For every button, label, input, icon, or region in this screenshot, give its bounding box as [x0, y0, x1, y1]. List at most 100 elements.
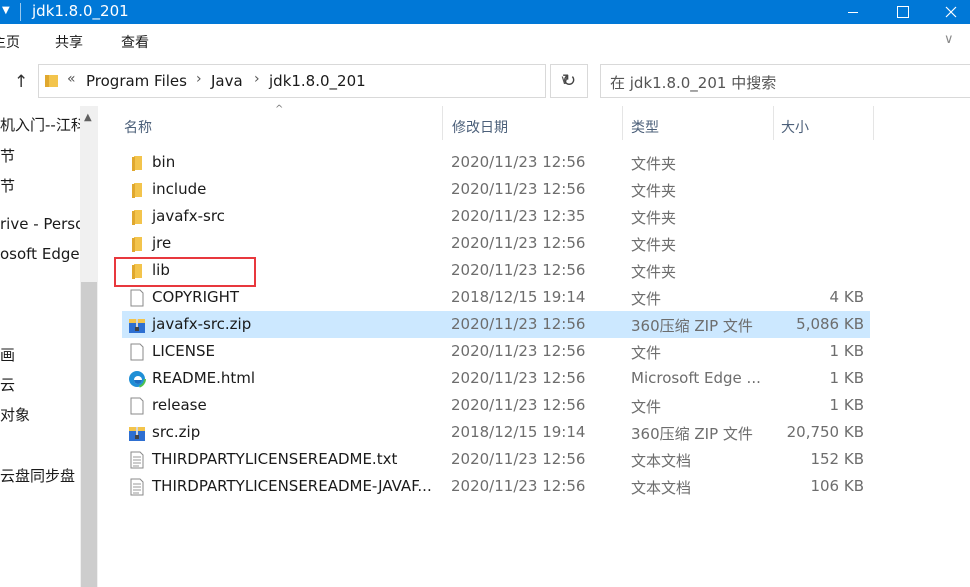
file-date: 2020/11/23 12:56 — [451, 342, 586, 360]
file-name: javafx-src — [152, 207, 225, 225]
file-name: LICENSE — [152, 342, 215, 360]
column-header-size[interactable]: 大小 — [781, 117, 809, 137]
column-header-name[interactable]: 名称 — [124, 117, 152, 137]
file-type: 文件夹 — [631, 236, 677, 254]
column-divider[interactable] — [873, 106, 874, 140]
file-row[interactable]: src.zip 2018/12/15 19:14 360压缩 ZIP 文件 20,75… — [122, 419, 870, 446]
sort-ascending-icon: ^ — [275, 104, 284, 115]
file-date: 2020/11/23 12:56 — [451, 450, 586, 468]
file-icon — [128, 289, 146, 307]
breadcrumb-separator: › — [254, 71, 260, 87]
folder-icon — [128, 208, 146, 226]
file-type: 文件 — [631, 344, 662, 362]
column-divider[interactable] — [442, 106, 443, 140]
file-row[interactable]: README.html 2020/11/23 12:56 Microsoft Edg… — [122, 365, 870, 392]
close-icon — [945, 6, 957, 18]
ribbon-tabs: 主页 共享 查看 ∨ — [0, 24, 970, 59]
search-input[interactable]: 在 jdk1.8.0_201 中搜索 — [600, 64, 970, 98]
file-name: bin — [152, 153, 176, 171]
file-name: src.zip — [152, 423, 201, 441]
column-header-type[interactable]: 类型 — [631, 117, 659, 137]
file-name: THIRDPARTYLICENSEREADME-JAVAF... — [152, 477, 432, 495]
file-row[interactable]: THIRDPARTYLICENSEREADME-JAVAF... 2020/11/… — [122, 473, 870, 500]
nav-item[interactable]: 节 — [0, 145, 15, 166]
file-date: 2020/11/23 12:35 — [451, 207, 586, 225]
file-date: 2020/11/23 12:56 — [451, 396, 586, 414]
file-type: 360压缩 ZIP 文件 — [631, 317, 753, 335]
file-type: 360压缩 ZIP 文件 — [631, 425, 753, 443]
file-type: 文本文档 — [631, 452, 692, 470]
annotation-highlight-box — [114, 257, 256, 287]
minimize-button[interactable] — [830, 0, 876, 24]
file-size: 20,750 KB — [786, 423, 864, 441]
file-type: Microsoft Edge ... — [631, 369, 761, 387]
tab-home[interactable]: 主页 — [0, 32, 20, 52]
title-separator — [20, 3, 21, 21]
nav-item[interactable]: 机入门--江科 — [0, 114, 86, 135]
file-icon — [128, 397, 146, 415]
file-date: 2020/11/23 12:56 — [451, 234, 586, 252]
breadcrumb-overflow[interactable]: « — [67, 71, 76, 87]
file-row[interactable]: THIRDPARTYLICENSEREADME.txt 2020/11/23 12… — [122, 446, 870, 473]
scrollbar-thumb[interactable] — [81, 282, 97, 587]
nav-item[interactable]: 云 — [0, 374, 15, 395]
nav-item-edge[interactable]: osoft Edge — [0, 245, 80, 263]
file-name: THIRDPARTYLICENSEREADME.txt — [152, 450, 398, 468]
expand-ribbon-icon[interactable]: ∨ — [944, 32, 954, 47]
column-divider[interactable] — [773, 106, 774, 140]
file-name: README.html — [152, 369, 256, 387]
file-date: 2020/11/23 12:56 — [451, 477, 586, 495]
zip-archive-icon — [128, 424, 146, 442]
file-type: 文件夹 — [631, 209, 677, 227]
file-row[interactable]: javafx-src.zip 2020/11/23 12:56 360压缩 ZIP … — [122, 311, 870, 338]
breadcrumb-program-files[interactable]: Program Files — [86, 72, 187, 90]
file-row[interactable]: javafx-src 2020/11/23 12:35 文件夹 — [122, 203, 870, 230]
file-type: 文件夹 — [631, 182, 677, 200]
file-name: jre — [152, 234, 172, 252]
file-date: 2020/11/23 12:56 — [451, 153, 586, 171]
nav-scrollbar[interactable]: ▲ — [80, 106, 98, 587]
file-date: 2020/11/23 12:56 — [451, 315, 586, 333]
title-bar: ▼ jdk1.8.0_201 — [0, 0, 970, 24]
file-row[interactable]: COPYRIGHT 2018/12/15 19:14 文件 4 KB — [122, 284, 870, 311]
up-folder-icon[interactable]: ↑ — [14, 72, 28, 92]
tab-view[interactable]: 查看 — [121, 32, 149, 52]
file-row[interactable]: jre 2020/11/23 12:56 文件夹 — [122, 230, 870, 257]
column-divider[interactable] — [622, 106, 623, 140]
refresh-button[interactable]: ↻ — [550, 64, 588, 98]
window-title: jdk1.8.0_201 — [32, 2, 129, 20]
nav-item[interactable]: 对象 — [0, 404, 30, 425]
file-date: 2020/11/23 12:56 — [451, 369, 586, 387]
maximize-button[interactable] — [880, 0, 926, 24]
zip-archive-icon — [128, 316, 146, 334]
scroll-up-icon[interactable]: ▲ — [84, 112, 92, 123]
file-row[interactable]: include 2020/11/23 12:56 文件夹 — [122, 176, 870, 203]
nav-item-onedrive[interactable]: rive - Perso — [0, 215, 84, 233]
maximize-icon — [897, 6, 909, 18]
breadcrumb-java[interactable]: Java — [211, 72, 243, 90]
tab-share[interactable]: 共享 — [55, 32, 83, 52]
file-row[interactable]: bin 2020/11/23 12:56 文件夹 — [122, 149, 870, 176]
file-date: 2018/12/15 19:14 — [451, 288, 586, 306]
nav-item[interactable]: 节 — [0, 175, 15, 196]
nav-item[interactable]: 画 — [0, 344, 15, 365]
breadcrumb-separator: › — [196, 71, 202, 87]
file-type: 文件夹 — [631, 155, 677, 173]
file-date: 2020/11/23 12:56 — [451, 180, 586, 198]
address-bar[interactable]: « Program Files › Java › jdk1.8.0_201 ∨ — [38, 64, 570, 98]
file-icon — [128, 343, 146, 361]
nav-item[interactable]: 云盘同步盘 — [0, 465, 75, 486]
file-row[interactable]: release 2020/11/23 12:56 文件 1 KB — [122, 392, 870, 419]
quick-access-dropdown-icon[interactable]: ▼ — [2, 5, 10, 16]
file-name: release — [152, 396, 207, 414]
breadcrumb-jdk[interactable]: jdk1.8.0_201 — [269, 72, 366, 90]
file-date: 2020/11/23 12:56 — [451, 261, 586, 279]
file-size: 1 KB — [829, 342, 864, 360]
column-header-date[interactable]: 修改日期 — [452, 117, 508, 137]
file-row[interactable]: LICENSE 2020/11/23 12:56 文件 1 KB — [122, 338, 870, 365]
folder-icon — [128, 154, 146, 172]
address-row: ↑ « Program Files › Java › jdk1.8.0_201 … — [0, 58, 970, 106]
folder-icon — [45, 75, 58, 87]
close-button[interactable] — [928, 0, 970, 24]
file-size: 5,086 KB — [796, 315, 864, 333]
